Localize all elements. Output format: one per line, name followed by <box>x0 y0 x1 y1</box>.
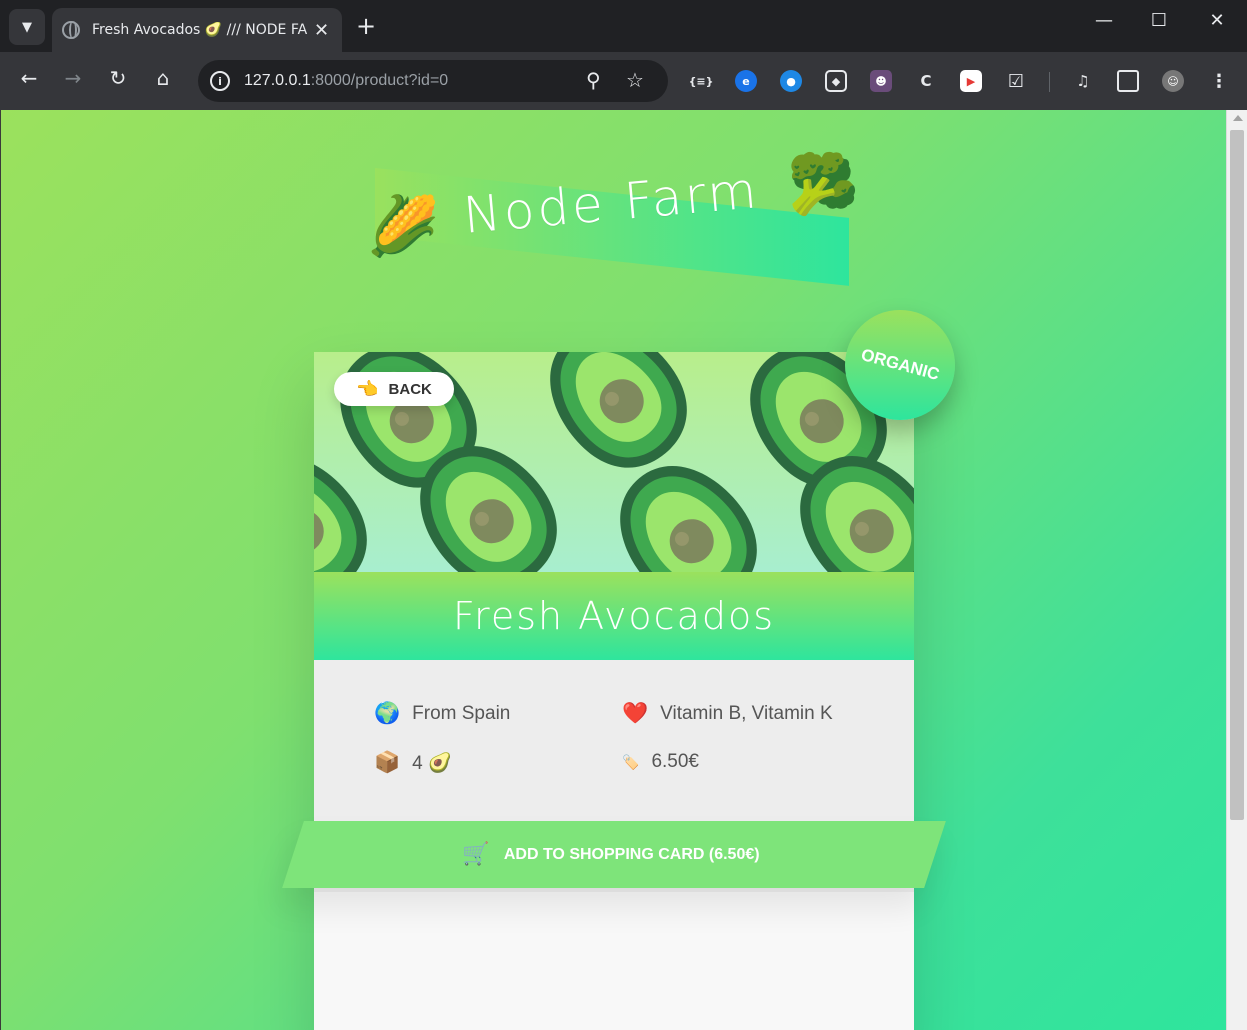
colorzilla-extension-icon[interactable]: C <box>915 70 937 92</box>
user-avatar-icon[interactable]: ☺ <box>1162 70 1184 92</box>
json-viewer-extension-icon[interactable]: {≡} <box>689 70 714 92</box>
broccoli-icon: 🥦 <box>787 150 860 218</box>
back-label: BACK <box>388 380 432 398</box>
avatar-extension-icon[interactable]: ☻ <box>870 70 892 92</box>
package-icon: 📦 <box>374 751 401 774</box>
toolbar-separator <box>1049 72 1050 92</box>
pointing-hand-icon: 👈 <box>356 378 379 400</box>
add-to-cart-label: ADD TO SHOPPING CARD (6.50€) <box>503 845 760 863</box>
zoom-icon[interactable]: ⚲ <box>586 68 601 92</box>
forward-arrow-icon[interactable]: → <box>58 66 88 90</box>
quantity-fact: 📦 4 🥑 <box>374 751 452 775</box>
nutrients-fact: ❤️ Vitamin B, Vitamin K <box>622 702 833 726</box>
video-extension-icon[interactable]: ▶ <box>960 70 982 92</box>
globe-icon: 🌍 <box>374 702 401 725</box>
close-window-button[interactable]: ✕ <box>1202 10 1232 31</box>
organic-badge: ORGANIC <box>845 310 955 420</box>
active-tab[interactable]: Fresh Avocados 🥑 /// NODE FARM ✕ <box>52 8 342 52</box>
globe-icon <box>62 21 80 39</box>
profile-extension-icon[interactable]: ● <box>780 70 802 92</box>
ethereum-extension-icon[interactable]: ◆ <box>825 70 847 92</box>
product-title-band: Fresh Avocados <box>314 572 914 660</box>
home-icon[interactable]: ⌂ <box>148 66 178 90</box>
site-info-icon[interactable]: i <box>210 71 230 91</box>
menu-kebab-icon[interactable]: ⋮ <box>1208 70 1230 92</box>
edge-extension-icon[interactable]: e <box>735 70 757 92</box>
origin-fact: 🌍 From Spain <box>374 702 510 726</box>
back-arrow-icon[interactable]: ← <box>14 66 44 90</box>
origin-text: From Spain <box>412 703 511 724</box>
scroll-up-arrow-icon[interactable] <box>1233 115 1243 121</box>
url-path: :8000/product?id=0 <box>310 72 449 89</box>
price-fact: 🏷️ 6.50€ <box>622 751 699 773</box>
vertical-scrollbar[interactable] <box>1226 110 1247 1030</box>
new-tab-button[interactable]: + <box>356 12 376 40</box>
organic-label: ORGANIC <box>858 344 942 385</box>
product-card: 👈 BACK Fresh Avocados 🌍 From Spain ❤️ Vi… <box>314 352 914 1030</box>
url-host: 127.0.0.1 <box>244 72 311 89</box>
side-panel-icon[interactable] <box>1117 70 1139 92</box>
tab-bar: ▼ Fresh Avocados 🥑 /// NODE FARM ✕ + — ☐… <box>0 0 1247 52</box>
chevron-down-icon: ▼ <box>22 19 32 35</box>
tab-title: Fresh Avocados 🥑 /// NODE FARM <box>92 22 308 38</box>
add-to-cart-button[interactable]: 🛒 ADD TO SHOPPING CARD (6.50€) <box>287 821 935 888</box>
extensions-puzzle-icon[interactable]: ☑ <box>1005 70 1027 92</box>
media-control-icon[interactable]: ♫ <box>1072 70 1094 92</box>
close-tab-button[interactable]: ✕ <box>314 20 329 41</box>
tab-search-button[interactable]: ▼ <box>9 9 45 45</box>
page-viewport: 🌽 Node Farm 🥦 👈 BACK Fresh Avocados 🌍 Fr… <box>0 110 1226 1030</box>
browser-toolbar: ← → ↻ ⌂ i 127.0.0.1:8000/product?id=0 ⚲ … <box>0 52 1247 110</box>
corn-icon: 🌽 <box>367 192 440 260</box>
back-button[interactable]: 👈 BACK <box>334 372 454 406</box>
price-text: 6.50€ <box>651 751 699 772</box>
reload-icon[interactable]: ↻ <box>103 66 133 90</box>
shopping-cart-icon: 🛒 <box>462 842 490 867</box>
scroll-thumb[interactable] <box>1230 130 1244 820</box>
price-tag-icon: 🏷️ <box>622 753 640 770</box>
card-description-area <box>314 892 914 1030</box>
product-title: Fresh Avocados <box>452 594 776 638</box>
nutrients-text: Vitamin B, Vitamin K <box>660 703 833 724</box>
address-bar[interactable]: i 127.0.0.1:8000/product?id=0 ⚲ ☆ <box>198 60 668 102</box>
quantity-text: 4 🥑 <box>412 753 452 774</box>
minimize-button[interactable]: — <box>1089 10 1119 31</box>
maximize-button[interactable]: ☐ <box>1144 10 1174 31</box>
bookmark-star-icon[interactable]: ☆ <box>626 68 644 92</box>
heart-icon: ❤️ <box>622 702 649 725</box>
url-text[interactable]: 127.0.0.1:8000/product?id=0 <box>244 72 448 90</box>
